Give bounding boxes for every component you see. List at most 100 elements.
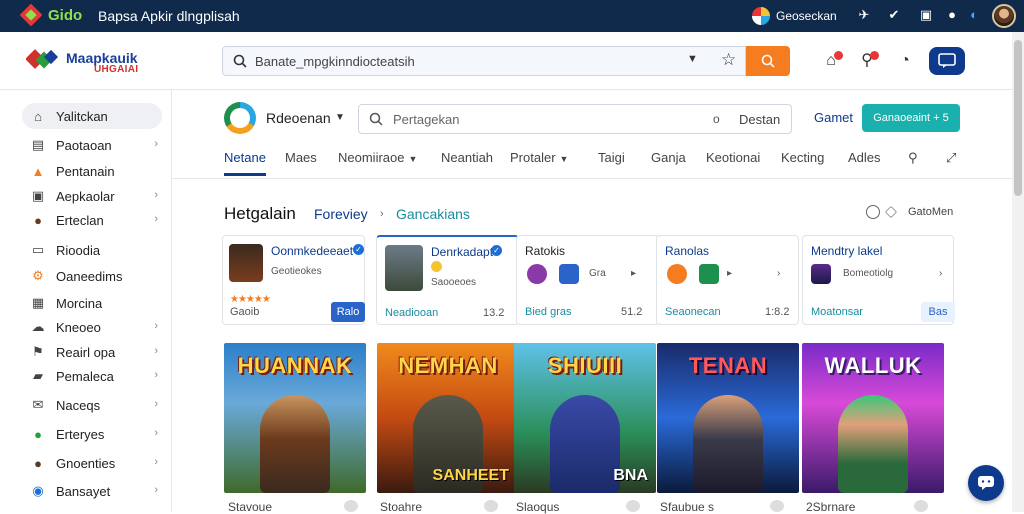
tabs-divider [172, 178, 1012, 179]
shield-icon[interactable]: ◐ [966, 7, 982, 23]
store-name[interactable]: Rdeoenan [266, 110, 331, 126]
more-icon[interactable] [344, 500, 358, 512]
filter-icon[interactable] [866, 205, 880, 219]
app-card[interactable]: Ratokis Gra ▸ Bied gras 51.2 [516, 235, 659, 325]
store-logo-icon [224, 102, 256, 134]
game-tile-title: NEMHAN [398, 353, 498, 378]
notification-badge [870, 51, 879, 60]
chat-icon [938, 53, 956, 68]
app-card[interactable]: Oonmkedeeaet ✓ Geotieokes ★★★★★ Gaoib Ra… [222, 235, 365, 325]
tab[interactable]: Keotionai [706, 150, 760, 165]
sidebar-item[interactable]: ▦ Morcina [22, 290, 162, 316]
game-character-art [550, 395, 620, 493]
sidebar-item[interactable]: ▰ Pemaleca › [22, 363, 162, 389]
more-icon[interactable] [770, 500, 784, 512]
info-icon: ◉ [32, 483, 44, 498]
chevron-right-icon: › [380, 208, 384, 220]
app-card-button[interactable]: Ralo [331, 302, 365, 322]
section-link-categories[interactable]: Gancakians [396, 206, 470, 222]
tab-label: Keotionai [706, 150, 761, 165]
main-search-input[interactable]: Banate_mpgkinndiocteatsih ▼ ☆ [222, 46, 746, 76]
tab[interactable]: Adles [848, 150, 881, 165]
window-brand: Gido [48, 7, 83, 24]
app-card-subtitle: Geotieokes [271, 266, 322, 277]
sidebar-item[interactable]: ⌂ Yalitckan [22, 103, 162, 129]
subscribe-button[interactable]: Ganaoeaint + 5 [862, 104, 960, 132]
tab-label: Taigi [598, 150, 625, 165]
apps-icon: ▣ [31, 188, 45, 203]
sidebar-item[interactable]: ▭ Rioodia [22, 237, 162, 263]
tag-icon: ▤ [31, 137, 45, 152]
sidebar-item-label: Reairl opa [56, 344, 116, 360]
sidebar-item-label: Paotaoan [56, 137, 112, 153]
search-icon[interactable]: ⚲ [908, 150, 918, 166]
check-icon[interactable]: ✔ [886, 7, 902, 23]
tab-label: Kecting [781, 150, 825, 165]
sidebar-item[interactable]: ▲ Pentanain [22, 158, 162, 184]
heart-icon[interactable] [885, 206, 897, 218]
sidebar-item[interactable]: ● Erteclan › [22, 207, 162, 233]
tab[interactable]: Maes [285, 150, 317, 165]
sidebar-item[interactable]: ▤ Paotaoan › [22, 132, 162, 158]
sidebar-item[interactable]: ● Erteryes › [22, 421, 162, 447]
more-icon[interactable] [626, 500, 640, 512]
sidebar-item[interactable]: ⚙ Oaneedims [22, 263, 162, 289]
app-card[interactable]: Denrkadapt ✓ Saooeoes Neadiooan 13.2 [376, 235, 519, 325]
user-avatar[interactable] [992, 4, 1016, 28]
tab[interactable]: Protaler ▼ [510, 150, 568, 165]
user-icon: ● [34, 212, 42, 228]
store-search-input[interactable]: Pertagekan o Destan [358, 104, 792, 134]
clock-icon[interactable]: ◔ [894, 50, 916, 72]
game-tile-footer: SANHEET [432, 467, 509, 484]
tab[interactable]: Kecting [781, 150, 824, 165]
store-search-option: o [713, 112, 720, 126]
sidebar-item[interactable]: ✉ Naceqs › [22, 392, 162, 418]
expand-icon[interactable]: ⤢ [946, 150, 956, 166]
tab[interactable]: Neantiah [441, 150, 493, 165]
game-tile[interactable]: HUANNAK [224, 343, 366, 493]
sidebar-item[interactable]: ⚑ Reairl opa › [22, 339, 162, 365]
chat-support-button[interactable] [968, 465, 1004, 501]
chevron-down-icon[interactable]: ▼ [687, 53, 698, 65]
store-search-placeholder: Pertagekan [393, 112, 460, 127]
section-menu-label[interactable]: GatoMen [908, 206, 953, 218]
chevron-right-icon: › [154, 398, 158, 410]
tab[interactable]: Neomiiraoe ▼ [338, 150, 417, 165]
chevron-down-icon: ▼ [408, 154, 418, 164]
games-link[interactable]: Gamet [814, 110, 853, 125]
app-card-button[interactable]: Bas [921, 302, 955, 322]
messages-button[interactable] [929, 47, 965, 75]
sidebar-item[interactable]: ▣ Aepkaolar › [22, 183, 162, 209]
search-icon [233, 54, 247, 68]
sidebar-item[interactable]: ☁ Kneoeo › [22, 314, 162, 340]
scrollbar-thumb[interactable] [1014, 40, 1022, 196]
game-tile-title: TENAN [688, 353, 768, 378]
more-icon[interactable] [484, 500, 498, 512]
chevron-right-icon: › [777, 268, 781, 279]
person-icon: ● [34, 455, 42, 471]
main-search-button[interactable] [746, 46, 790, 76]
game-tile[interactable]: SHIUIII BNA [514, 343, 656, 493]
sidebar-item[interactable]: ◉ Bansayet › [22, 478, 162, 504]
tab[interactable]: Netane [224, 150, 266, 165]
star-icon[interactable]: ☆ [721, 50, 736, 70]
pin-icon[interactable]: ✈ [856, 7, 872, 23]
game-tile[interactable]: WALLUK [802, 343, 944, 493]
game-tile[interactable]: TENAN [657, 343, 799, 493]
app-card-title: Ranolas [665, 244, 710, 258]
bell-icon[interactable]: ● [944, 7, 960, 23]
store-search-button[interactable]: Destan [739, 112, 780, 127]
chevron-down-icon[interactable]: ▼ [335, 112, 345, 123]
tab[interactable]: Taigi [598, 150, 625, 165]
game-tile[interactable]: NEMHAN SANHEET [377, 343, 519, 493]
more-icon[interactable] [914, 500, 928, 512]
app-card[interactable]: Mendtry lakel Bomeotiolg › Moatonsar Bas [802, 235, 955, 325]
tab[interactable]: Ganja [651, 150, 686, 165]
section-link-reviews[interactable]: Foreviey [314, 206, 368, 222]
account-switcher[interactable]: Geoseckan [752, 5, 837, 27]
app-card[interactable]: Ranolas ▸ › Seaonecan 1:8.2 [656, 235, 799, 325]
sidebar-item[interactable]: ● Gnoenties › [22, 450, 162, 476]
cloud-icon: ☁ [31, 319, 45, 334]
rating-stars-icon: ★★★★★ [230, 294, 271, 305]
box-icon[interactable]: ▣ [918, 7, 934, 23]
